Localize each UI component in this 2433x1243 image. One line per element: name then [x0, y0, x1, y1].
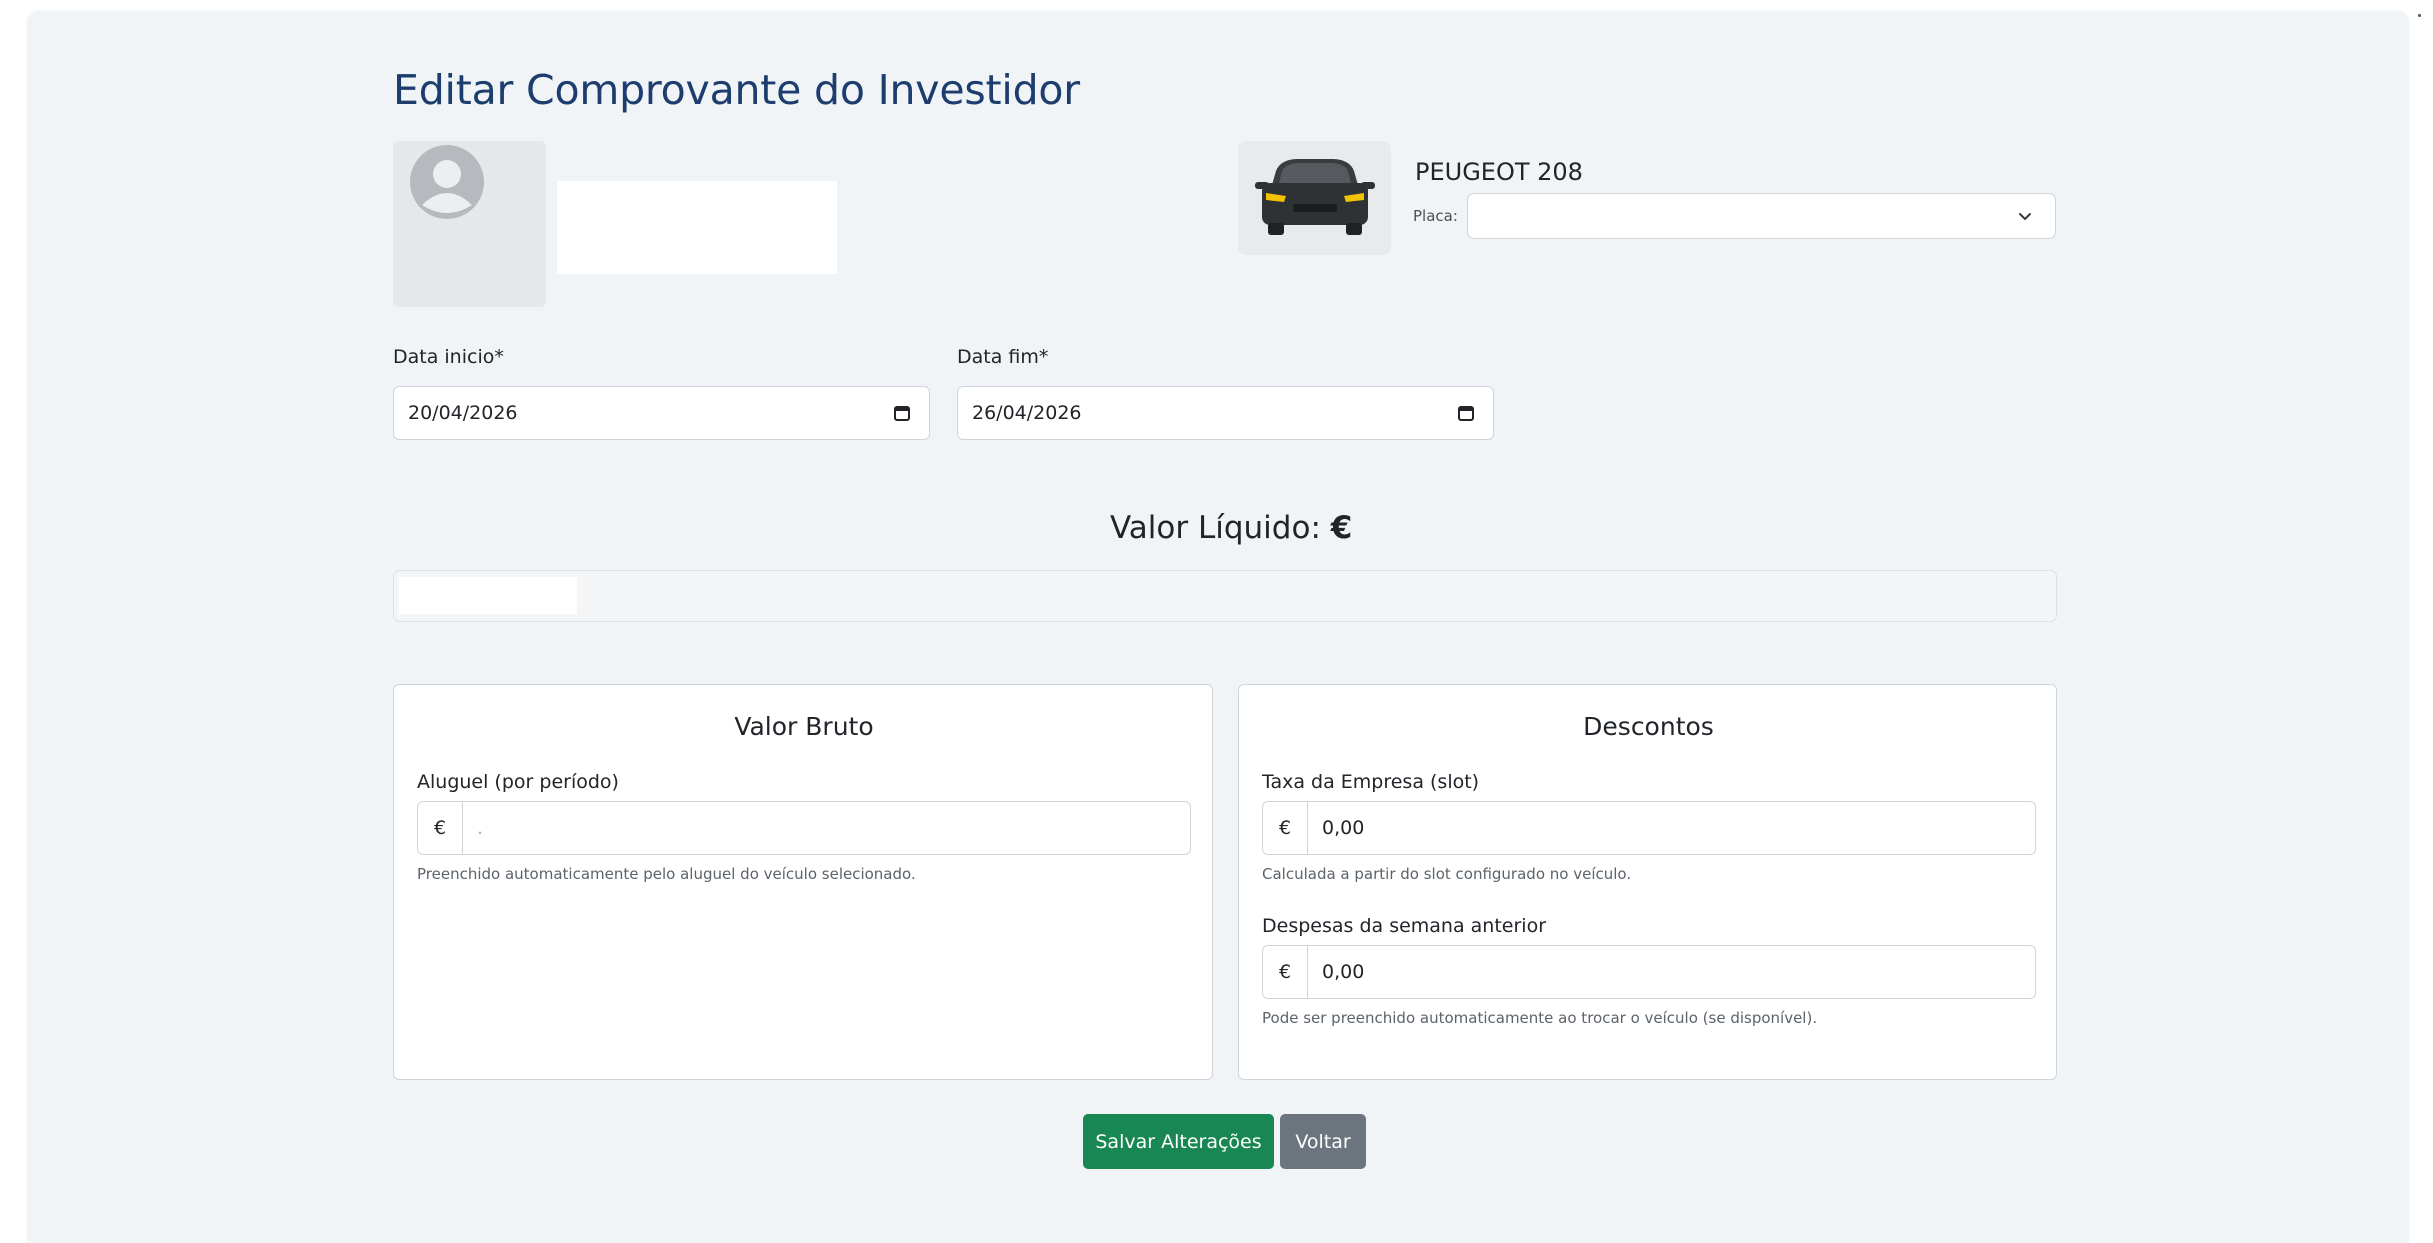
end-date-input[interactable]: 26/04/2026	[957, 386, 1494, 440]
placa-label: Placa:	[1413, 207, 1458, 225]
valor-liquido-currency: €	[1330, 510, 1353, 546]
vehicle-image	[1238, 141, 1391, 255]
back-button[interactable]: Voltar	[1280, 1114, 1366, 1169]
valor-bruto-title: Valor Bruto	[734, 712, 874, 741]
despesas-label: Despesas da semana anterior	[1262, 915, 1547, 937]
taxa-input-group[interactable]: € 0,00	[1262, 801, 2036, 855]
valor-liquido-heading: Valor Líquido: €	[1110, 510, 1352, 546]
page-title: Editar Comprovante do Investidor	[393, 66, 1080, 114]
aluguel-input-group[interactable]: € .	[417, 801, 1191, 855]
aluguel-label: Aluguel (por período)	[417, 771, 619, 793]
valor-liquido-fill	[399, 577, 577, 614]
calendar-icon[interactable]	[893, 404, 911, 422]
start-date-value: 20/04/2026	[408, 402, 518, 424]
investor-name-box	[557, 181, 837, 274]
despesas-input-group[interactable]: € 0,00	[1262, 945, 2036, 999]
user-avatar-icon	[410, 145, 484, 219]
placa-select[interactable]	[1467, 193, 2056, 239]
end-date-label: Data fim*	[957, 346, 1049, 368]
taxa-help: Calculada a partir do slot configurado n…	[1262, 865, 1632, 883]
taxa-label: Taxa da Empresa (slot)	[1262, 771, 1480, 793]
taxa-input[interactable]: 0,00	[1308, 802, 2035, 854]
despesas-input[interactable]: 0,00	[1308, 946, 2035, 998]
valor-liquido-bar	[393, 570, 2057, 622]
start-date-label: Data inicio*	[393, 346, 504, 368]
calendar-icon[interactable]	[1457, 404, 1475, 422]
aluguel-input[interactable]: .	[463, 802, 1190, 854]
investor-avatar	[393, 141, 546, 307]
corner-dot	[2418, 14, 2421, 17]
save-button[interactable]: Salvar Alterações	[1083, 1114, 1274, 1169]
aluguel-help: Preenchido automaticamente pelo aluguel …	[417, 865, 916, 883]
descontos-title: Descontos	[1583, 712, 1714, 741]
descontos-card: Descontos Taxa da Empresa (slot) € 0,00 …	[1238, 684, 2057, 1080]
end-date-value: 26/04/2026	[972, 402, 1082, 424]
start-date-input[interactable]: 20/04/2026	[393, 386, 930, 440]
chevron-down-icon	[2019, 213, 2031, 220]
valor-liquido-label: Valor Líquido:	[1110, 510, 1321, 546]
aluguel-currency: €	[418, 802, 463, 854]
despesas-currency: €	[1263, 946, 1308, 998]
vehicle-name: PEUGEOT 208	[1415, 158, 1583, 186]
valor-bruto-card: Valor Bruto Aluguel (por período) € . Pr…	[393, 684, 1213, 1080]
car-icon	[1255, 159, 1375, 235]
despesas-help: Pode ser preenchido automaticamente ao t…	[1262, 1009, 1818, 1027]
taxa-currency: €	[1263, 802, 1308, 854]
